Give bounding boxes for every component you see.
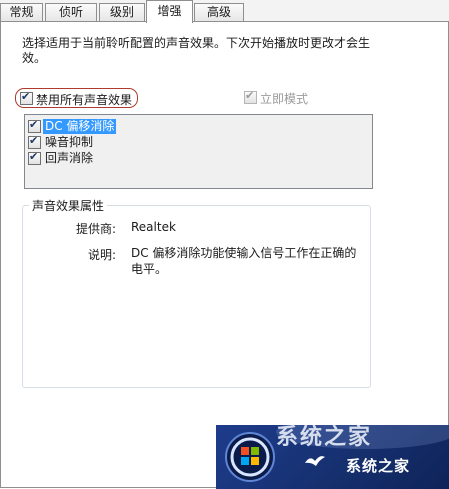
windows-logo-icon [225,432,275,482]
effect-label: DC 偏移消除 [43,119,117,134]
tab-levels[interactable]: 级别 [99,3,145,21]
disable-all-effects-label: 禁用所有声音效果 [36,93,133,107]
effect-label: 噪音抑制 [45,135,94,149]
checkbox-checked-icon[interactable]: ✔ [28,150,41,165]
immediate-mode-label: 立即模式 [260,92,309,106]
tab-general[interactable]: 常规 [0,3,43,21]
checkbox-checked-icon[interactable]: ✔ [20,90,33,105]
explanation-value: DC 偏移消除功能使输入信号工作在正确的电平。 [131,246,357,276]
effect-item-dc-offset[interactable]: ✔ DC 偏移消除 [28,118,228,134]
tab-listen[interactable]: 侦听 [45,3,97,21]
checkbox-checked-icon[interactable]: ✔ [28,134,41,149]
effect-properties-title: 声音效果属性 [29,197,108,214]
description-text: 选择适用于当前聆听配置的声音效果。下次开始播放时更改才会生效。 [22,36,371,65]
effects-list[interactable]: ✔ DC 偏移消除 ✔ 噪音抑制 ✔ 回声消除 [24,114,373,189]
watermark-top-text: 系统之家 [276,425,373,450]
effect-item-noise-suppression[interactable]: ✔ 噪音抑制 [28,134,228,150]
effect-label: 回声消除 [45,151,94,165]
tab-enhancements[interactable]: 增强 [146,0,193,23]
watermark-banner: 系统之家 系统之家 [216,425,449,489]
disable-all-effects-checkbox[interactable]: ✔ 禁用所有声音效果 [15,88,138,108]
watermark-text: 系统之家 [346,457,411,475]
checkbox-checked-icon[interactable]: ✔ [244,89,257,104]
provider-label: 提供商: [75,222,116,236]
checkbox-checked-icon[interactable]: ✔ [28,118,41,133]
provider-value: Realtek [131,220,176,234]
tab-advanced[interactable]: 高级 [194,3,244,21]
effect-item-echo-cancellation[interactable]: ✔ 回声消除 [28,150,228,166]
bird-icon [305,456,325,466]
tab-strip: 常规 侦听 级别 增强 高级 [0,0,449,23]
explanation-label: 说明: [87,248,116,262]
